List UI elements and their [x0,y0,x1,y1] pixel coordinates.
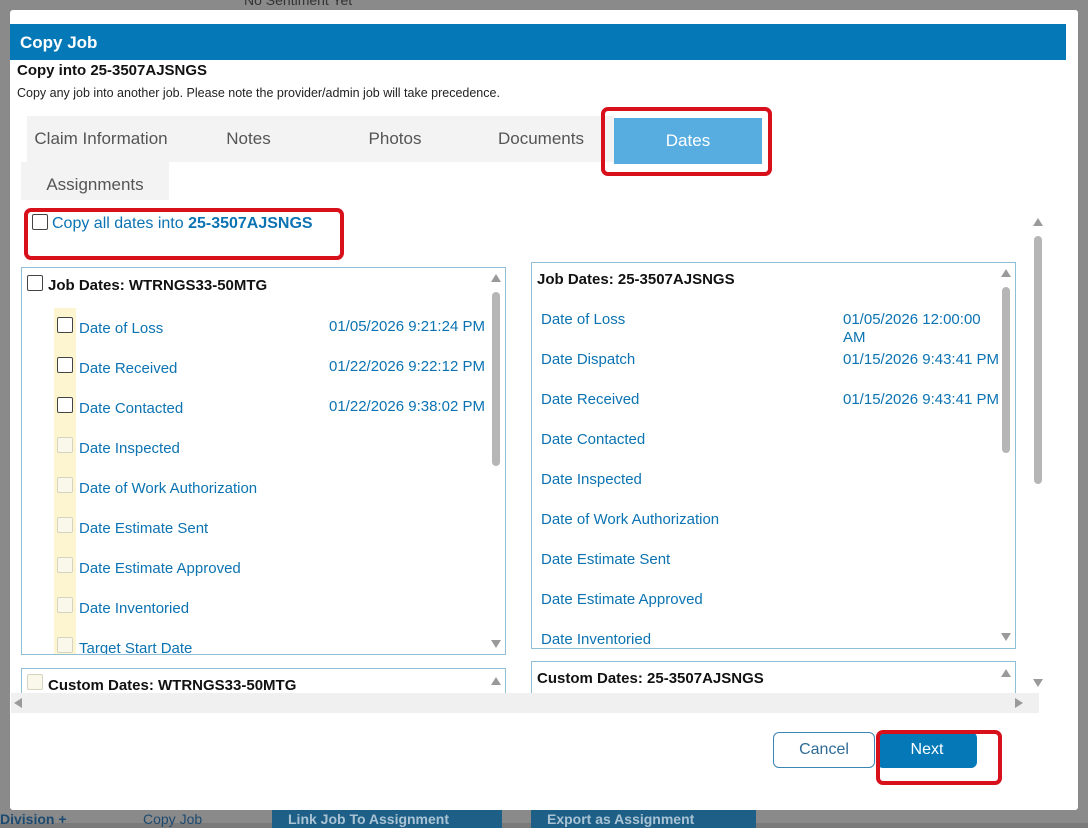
dialog-note: Copy any job into another job. Please no… [17,86,500,100]
list-item: Date of Work Authorization [541,511,720,528]
date-inspected-checkbox [57,437,73,453]
source-scroll-thumb[interactable] [492,292,500,466]
date-of-loss-checkbox[interactable] [57,317,73,333]
next-button-highlight [876,730,1002,785]
background-sentiment-text: No Sentiment Yet [244,0,353,8]
tab-documents[interactable]: Documents [468,116,614,162]
dialog-header: Copy Job [10,24,1066,60]
dates-tab-highlight [601,107,772,176]
source-custom-scroll-up-icon[interactable] [491,677,501,685]
target-scroll-thumb[interactable] [1002,287,1010,453]
list-item: Date Estimate Sent [541,551,671,568]
dialog-header-edge [1066,10,1078,60]
cancel-button[interactable]: Cancel [773,732,875,768]
date-estimate-sent-checkbox [57,517,73,533]
date-inventoried-checkbox [57,597,73,613]
source-panel-title: Job Dates: WTRNGS33-50MTG [48,277,268,294]
background-copy-job-link: Copy Job [143,811,203,827]
target-start-date-checkbox [57,637,73,653]
date-contacted-checkbox[interactable] [57,397,73,413]
date-estimate-approved-checkbox [57,557,73,573]
copy-all-highlight [24,208,344,260]
source-scroll-down-icon[interactable] [491,640,501,648]
background-division-link: Division + [0,811,67,827]
tab-claim-information[interactable]: Claim Information [27,116,175,162]
source-custom-title: Custom Dates: WTRNGS33-50MTG [48,677,297,694]
source-job-dates-panel: Job Dates: WTRNGS33-50MTG Date of Loss 0… [21,267,506,655]
background-link-job-button: Link Job To Assignment [272,808,502,828]
content-vertical-scrollbar[interactable] [1032,216,1044,696]
dialog-title: Copy Job [20,33,98,52]
list-item: Date Dispatch 01/15/2026 9:43:41 PM [541,351,999,368]
target-custom-scroll-up-icon[interactable] [1001,669,1011,677]
content-horizontal-scrollbar[interactable] [11,693,1039,713]
list-item: Date Estimate Approved [541,591,703,608]
list-item: Date of Loss 01/05/2026 12:00:00 AM [541,311,981,346]
target-scroll-up-icon[interactable] [1001,269,1011,277]
dialog-subtitle: Copy into 25-3507AJSNGS [17,62,208,79]
source-scroll-up-icon[interactable] [491,274,501,282]
scroll-up-arrow-icon[interactable] [1033,218,1043,226]
target-custom-title: Custom Dates: 25-3507AJSNGS [537,670,764,687]
target-panel-title: Job Dates: 25-3507AJSNGS [537,271,735,288]
list-item: Date Received 01/15/2026 9:43:41 PM [541,391,999,408]
date-of-work-authorization-checkbox [57,477,73,493]
scroll-down-arrow-icon[interactable] [1033,679,1043,687]
target-scroll-down-icon[interactable] [1001,633,1011,641]
source-panel-scrollbar[interactable] [490,272,502,652]
content-scroll-thumb[interactable] [1034,236,1042,484]
source-select-all-checkbox[interactable] [27,275,43,291]
tab-photos[interactable]: Photos [322,116,468,162]
target-custom-dates-panel: Custom Dates: 25-3507AJSNGS [531,661,1016,697]
background-export-button: Export as Assignment [531,808,756,828]
tab-notes[interactable]: Notes [175,116,322,162]
list-item: Date Contacted [541,431,646,448]
list-item: Date Inspected [541,471,642,488]
scroll-left-arrow-icon[interactable] [14,698,22,708]
date-received-checkbox[interactable] [57,357,73,373]
list-item: Date Inventoried [541,631,652,648]
target-job-dates-panel: Job Dates: 25-3507AJSNGS Date of Loss 01… [531,262,1016,649]
scroll-right-arrow-icon[interactable] [1015,698,1023,708]
target-panel-scrollbar[interactable] [1000,267,1012,645]
source-custom-select-all-checkbox [27,674,43,690]
